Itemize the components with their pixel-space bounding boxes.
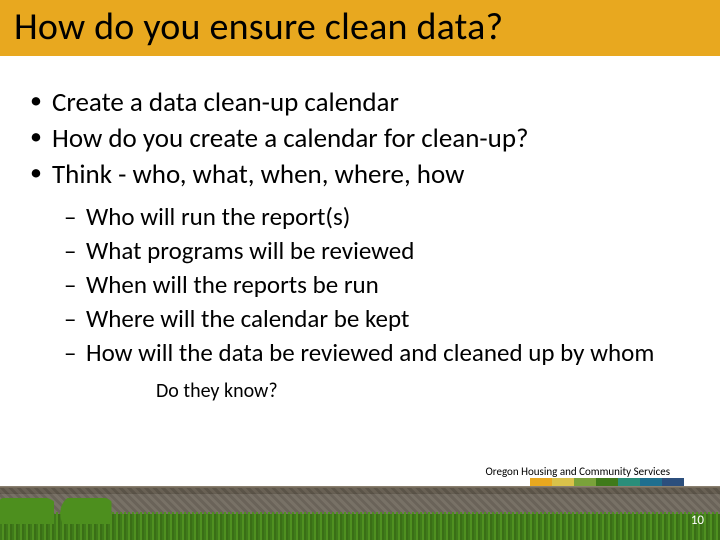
list-item: When will the reports be run [64,269,694,301]
sub-bullet-list: Who will run the report(s) What programs… [26,201,694,369]
org-label: Oregon Housing and Community Services [486,465,671,478]
strip-swatch [618,478,640,486]
slide-title: How do you ensure clean data? [14,4,706,50]
page-number: 10 [691,513,704,528]
strip-swatch [640,478,662,486]
slide: How do you ensure clean data? Create a d… [0,0,720,540]
strip-swatch [662,478,684,486]
strip-swatch [574,478,596,486]
list-item: Think - who, what, when, where, how [26,158,694,192]
list-item: How do you create a calendar for clean-u… [26,122,694,156]
bullet-list: Create a data clean-up calendar How do y… [26,86,694,191]
strip-swatch [552,478,574,486]
list-item: Who will run the report(s) [64,201,694,233]
strip-swatch [530,478,552,486]
slide-content: Create a data clean-up calendar How do y… [0,56,720,403]
bush-icon [0,498,54,524]
color-strip [530,478,684,486]
strip-swatch [596,478,618,486]
title-bar: How do you ensure clean data? [0,0,720,56]
subtext: Do they know? [156,379,694,403]
list-item: Where will the calendar be kept [64,303,694,335]
list-item: Create a data clean-up calendar [26,86,694,120]
list-item: How will the data be reviewed and cleane… [64,337,694,369]
bush-icon [61,498,112,524]
list-item: What programs will be reviewed [64,235,694,267]
